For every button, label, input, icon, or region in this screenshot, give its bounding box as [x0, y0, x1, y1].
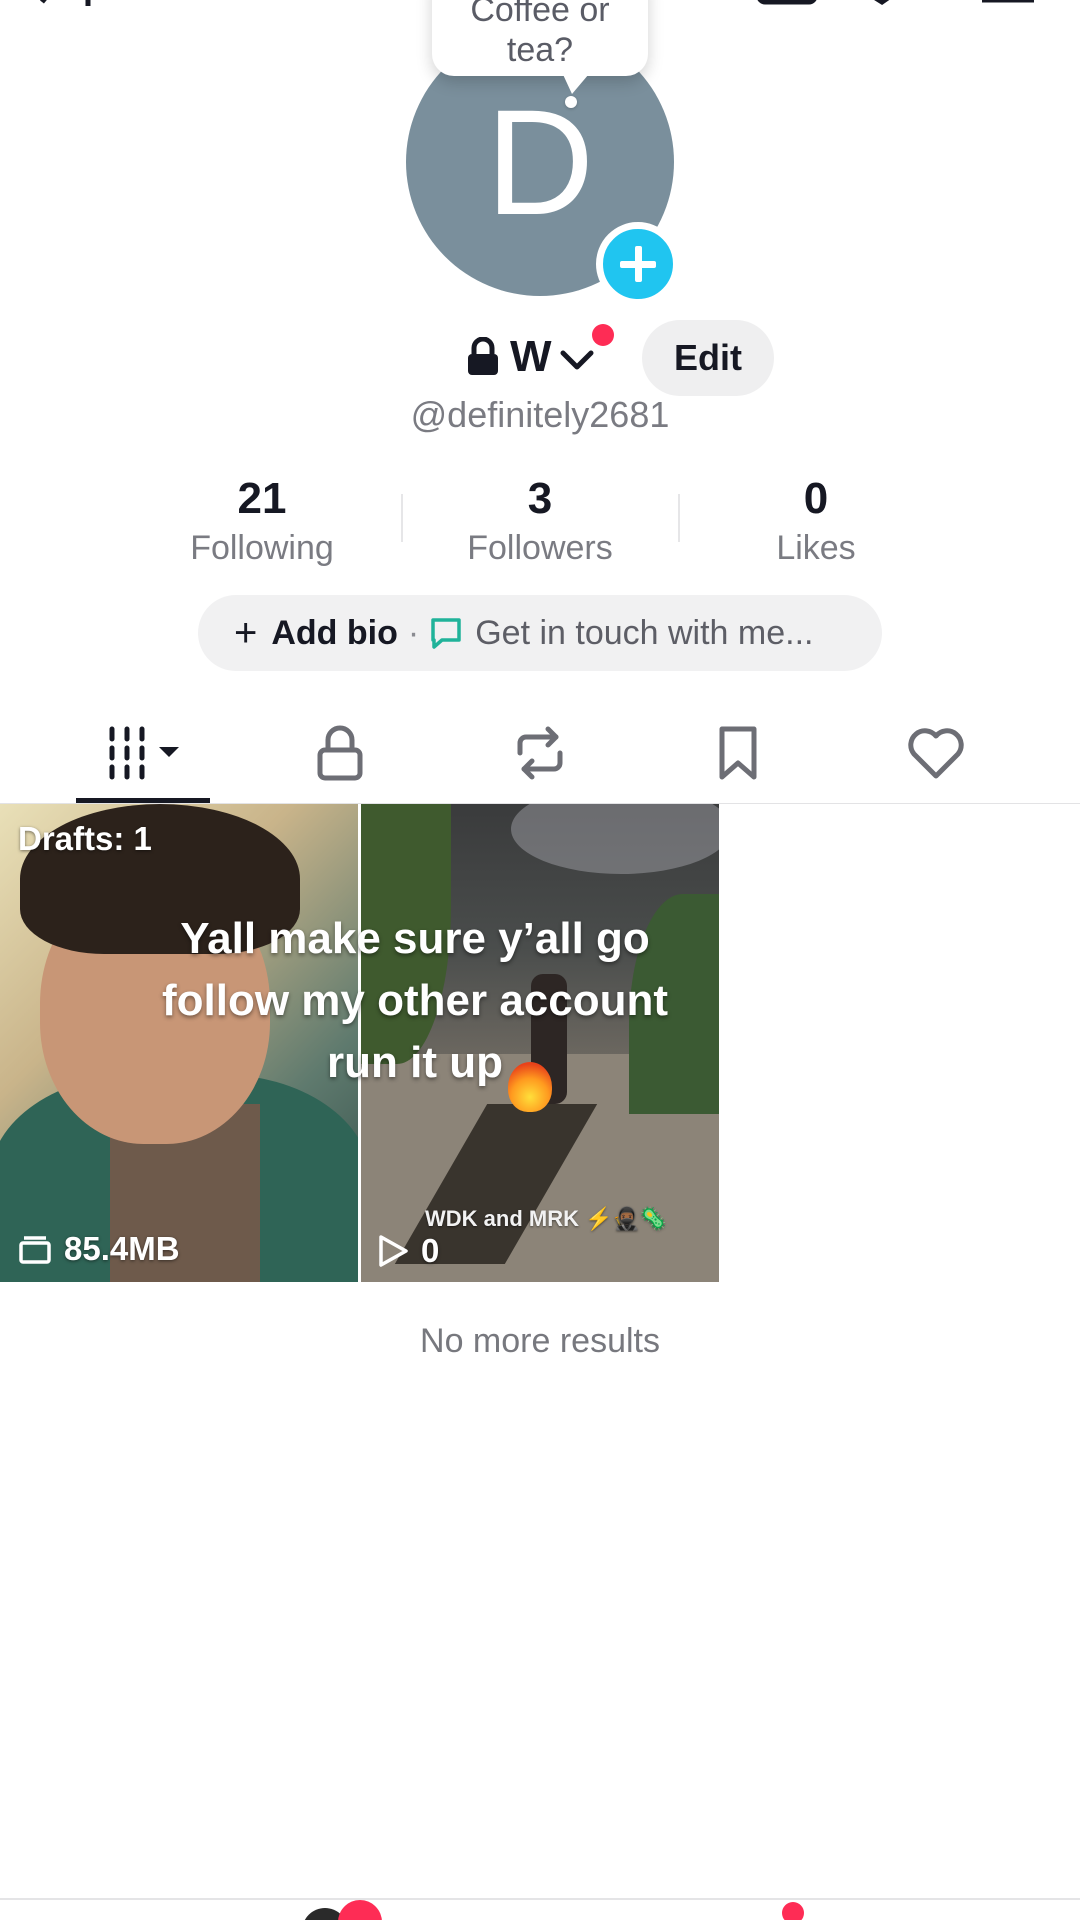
stat-following[interactable]: 21 Following — [152, 472, 372, 570]
play-count: 0 — [377, 1232, 439, 1270]
repost-icon — [517, 726, 563, 780]
bubble-dot — [565, 96, 577, 108]
user-handle: @definitely2681 — [410, 394, 670, 435]
draft-size: 85.4MB — [18, 1230, 180, 1268]
stat-value: 3 — [527, 474, 553, 523]
play-count-value: 0 — [421, 1232, 440, 1269]
username-row[interactable]: W — [466, 320, 594, 394]
edit-profile-button[interactable]: Edit — [642, 320, 774, 396]
private-lock-icon — [317, 725, 363, 781]
get-in-touch-label: Get in touch with me... — [475, 613, 814, 652]
drafts-icon — [19, 1236, 51, 1264]
tab-saved[interactable] — [698, 720, 778, 786]
stat-value: 0 — [803, 474, 829, 523]
inbox-icon[interactable] — [756, 0, 818, 6]
stat-divider — [401, 494, 403, 542]
chat-bubble-icon — [431, 618, 461, 649]
add-user-icon[interactable] — [38, 0, 108, 6]
note-text-line1: Coffee or — [470, 0, 610, 29]
play-icon — [379, 1235, 408, 1267]
overlay-line: Yall make sure y’all go — [180, 914, 650, 963]
stat-likes[interactable]: 0 Likes — [706, 472, 926, 570]
plus-icon: + — [234, 610, 258, 655]
draft-size-value: 85.4MB — [64, 1230, 180, 1267]
overlay-line: run it up — [327, 1038, 503, 1087]
lock-icon — [468, 337, 498, 375]
bookmark-icon — [719, 726, 757, 780]
bottom-nav-divider — [0, 1898, 1080, 1900]
add-avatar-plus-icon[interactable] — [596, 222, 680, 306]
heart-icon — [908, 728, 964, 779]
tab-liked[interactable] — [896, 720, 976, 786]
stat-value: 21 — [237, 474, 287, 523]
overlay-line: follow my other account — [161, 976, 669, 1025]
notification-dot — [592, 324, 614, 346]
bio-separator: · — [407, 613, 420, 652]
stat-followers[interactable]: 3 Followers — [430, 472, 650, 570]
note-text-line2: tea? — [506, 31, 574, 69]
note-bubble[interactable]: Coffee or tea? — [432, 0, 648, 76]
drafts-count-label: Drafts: 1 — [18, 820, 152, 857]
video-small-caption: WDK and MRK ⚡🥷🏾🦠 — [425, 1206, 668, 1231]
chevron-down-icon — [560, 350, 594, 370]
profile-tabs — [0, 710, 1080, 804]
tab-private[interactable] — [300, 720, 380, 786]
no-more-results: No more results — [420, 1322, 660, 1360]
add-bio-label: Add bio — [271, 613, 398, 652]
stat-label: Following — [190, 529, 334, 567]
video-overlay-caption: Yall make sure y’all go follow my other … — [100, 908, 730, 1094]
tab-videos[interactable] — [76, 720, 208, 786]
edit-icon[interactable] — [862, 0, 912, 6]
bubble-tail — [560, 68, 594, 94]
stat-divider — [678, 494, 680, 542]
active-tab-indicator — [76, 798, 210, 803]
username: W — [510, 332, 552, 381]
grid-icon — [109, 726, 179, 780]
add-bio-button[interactable]: + Add bio · Get in touch with me... — [198, 595, 882, 671]
stat-label: Followers — [467, 529, 613, 567]
tab-repost[interactable] — [500, 720, 580, 786]
nav-badge — [338, 1900, 382, 1920]
menu-icon[interactable] — [980, 0, 1036, 6]
stat-label: Likes — [776, 529, 856, 567]
thumbnail-art — [511, 804, 719, 874]
nav-notification-dot — [782, 1902, 804, 1920]
